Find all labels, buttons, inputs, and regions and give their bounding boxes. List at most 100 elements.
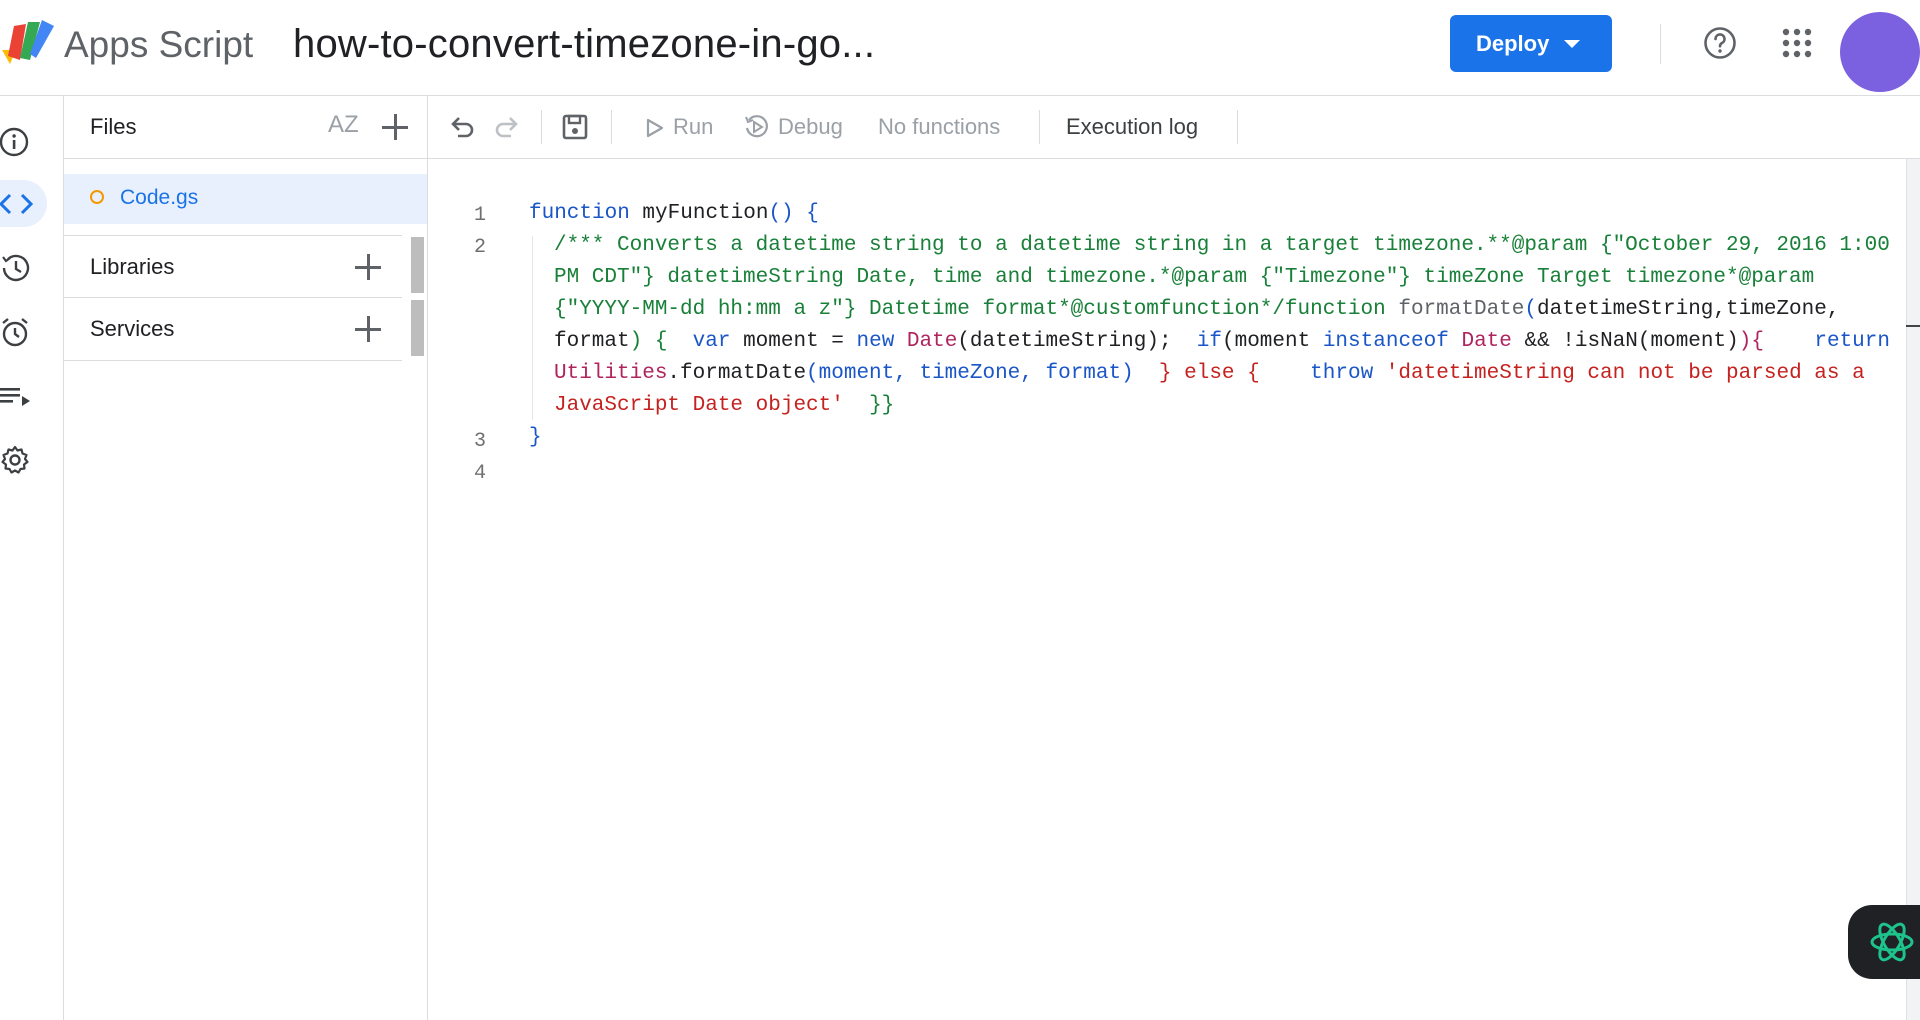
scroll-marker: [1906, 325, 1920, 327]
redo-icon[interactable]: [493, 113, 521, 141]
avatar[interactable]: [1840, 12, 1920, 92]
code-line-2-wrap-6: JavaScript Date object' }}: [554, 394, 894, 417]
code-line-1: function myFunction() {: [529, 202, 819, 225]
editor-nav[interactable]: [0, 180, 47, 227]
code-comment: {"YYYY-MM-dd hh:mm a z"} Datetime format…: [554, 298, 1386, 321]
code-token: var: [692, 330, 731, 353]
code-line-2-wrap-1: /*** Converts a datetime string to a dat…: [554, 234, 1890, 257]
deploy-button[interactable]: Deploy: [1450, 15, 1612, 72]
code-token: } else {: [1158, 362, 1260, 385]
deploy-label: Deploy: [1476, 30, 1550, 56]
code-token: Utilities: [554, 362, 668, 385]
help-icon[interactable]: [1703, 26, 1737, 60]
project-history-nav[interactable]: [0, 244, 47, 291]
execution-log-label: Execution log: [1066, 114, 1199, 139]
code-token: return: [1814, 330, 1890, 353]
code-token: (moment: [1222, 330, 1323, 353]
triggers-nav[interactable]: [0, 308, 47, 355]
executions-nav[interactable]: [0, 372, 47, 419]
editor-scrollbar[interactable]: [1906, 159, 1920, 1020]
code-icon: [0, 193, 34, 214]
add-library-button[interactable]: [355, 254, 381, 280]
sort-az-icon: AZ: [328, 111, 359, 138]
debug-icon: [745, 115, 768, 138]
code-token: new: [856, 330, 895, 353]
line-number: 4: [473, 462, 486, 485]
alarm-clock-icon: [2, 317, 28, 346]
executions-icon: [0, 387, 30, 406]
file-name: Code.gs: [120, 186, 199, 209]
files-title: Files: [90, 114, 137, 139]
gemini-assistant-button[interactable]: [1848, 905, 1920, 979]
code-token: () {: [768, 202, 819, 225]
caret-down-icon: [1564, 40, 1580, 48]
panel-scrollbar[interactable]: [411, 237, 424, 293]
save-icon[interactable]: [561, 113, 589, 141]
line-number: 1: [473, 204, 486, 227]
code-token: formatDate: [1385, 298, 1525, 321]
gear-icon: [1, 445, 29, 474]
code-string: 'datetimeString can not be parsed as a: [1385, 362, 1865, 385]
code-comment: PM CDT"} datetimeString Date, time and t…: [554, 266, 1815, 289]
left-nav-rail: [0, 96, 64, 1020]
add-file-button[interactable]: [382, 114, 408, 140]
top-bar: Apps Script how-to-convert-timezone-in-g…: [0, 0, 1920, 96]
panel-scrollbar[interactable]: [411, 300, 424, 356]
editor-toolbar: Run Debug No functions Execution log: [428, 96, 1920, 159]
indent-guide: [532, 236, 533, 420]
sparkle-knot-icon: [1870, 922, 1914, 962]
libraries-label: Libraries: [90, 254, 175, 279]
code-line-2-wrap-4: format) { var moment = new Date (datetime…: [554, 330, 1890, 353]
debug-label: Debug: [778, 114, 843, 139]
code-token: function: [529, 202, 630, 225]
execution-log-button[interactable]: Execution log: [1058, 106, 1228, 148]
info-icon: [0, 127, 29, 156]
code-token: .formatDate: [667, 362, 807, 385]
code-line-2-wrap-5: Utilities.formatDate(moment, timeZone, f…: [554, 362, 1865, 385]
services-section[interactable]: Services: [64, 297, 402, 361]
history-icon: [2, 254, 30, 281]
code-token: if: [1196, 330, 1222, 353]
app-name: Apps Script: [64, 24, 254, 65]
file-item-code-gs[interactable]: Code.gs: [64, 174, 427, 224]
code-token: ) {: [629, 330, 668, 353]
code-token: (: [1524, 298, 1537, 321]
overview-nav[interactable]: [0, 118, 47, 165]
line-number: 2: [473, 236, 486, 259]
files-header: Files AZ: [64, 96, 427, 159]
code-token: }: [529, 426, 542, 449]
add-service-button[interactable]: [355, 316, 381, 342]
undo-icon[interactable]: [448, 113, 476, 141]
code-comment: /*** Converts a datetime string to a dat…: [554, 234, 1890, 257]
play-icon: [646, 118, 664, 138]
code-token: datetimeString,timeZone,: [1536, 298, 1840, 321]
files-panel: Files AZ Code.gs Libraries Services: [64, 96, 428, 1020]
project-title[interactable]: how-to-convert-timezone-in-go...: [293, 22, 875, 66]
code-token: (datetimeString);: [957, 330, 1197, 353]
code-token: moment =: [730, 330, 857, 353]
code-string: JavaScript Date object': [554, 394, 844, 417]
toolbar-divider: [1237, 110, 1238, 144]
sort-files-button[interactable]: AZ: [328, 111, 359, 139]
line-number: 3: [473, 430, 486, 453]
libraries-section[interactable]: Libraries: [64, 235, 402, 298]
code-token: format: [554, 330, 630, 353]
unsaved-dot-icon: [90, 190, 104, 204]
code-token: ){: [1738, 330, 1764, 353]
run-button[interactable]: Run: [643, 106, 723, 148]
code-token: }}: [869, 394, 895, 417]
code-line-2-wrap-2: PM CDT"} datetimeString Date, time and t…: [554, 266, 1814, 289]
code-token: instanceof: [1322, 330, 1449, 353]
code-token: myFunction: [629, 202, 769, 225]
services-label: Services: [90, 316, 175, 341]
toolbar-divider: [541, 110, 542, 144]
toolbar-divider: [1039, 110, 1040, 144]
apps-script-logo[interactable]: [0, 20, 54, 64]
apps-grid-icon[interactable]: [1782, 28, 1812, 58]
debug-button[interactable]: Debug: [744, 106, 856, 148]
code-token: throw: [1310, 362, 1374, 385]
code-token: Date: [1448, 330, 1512, 353]
divider: [1660, 24, 1661, 64]
run-label: Run: [673, 114, 714, 139]
settings-nav[interactable]: [0, 436, 47, 483]
